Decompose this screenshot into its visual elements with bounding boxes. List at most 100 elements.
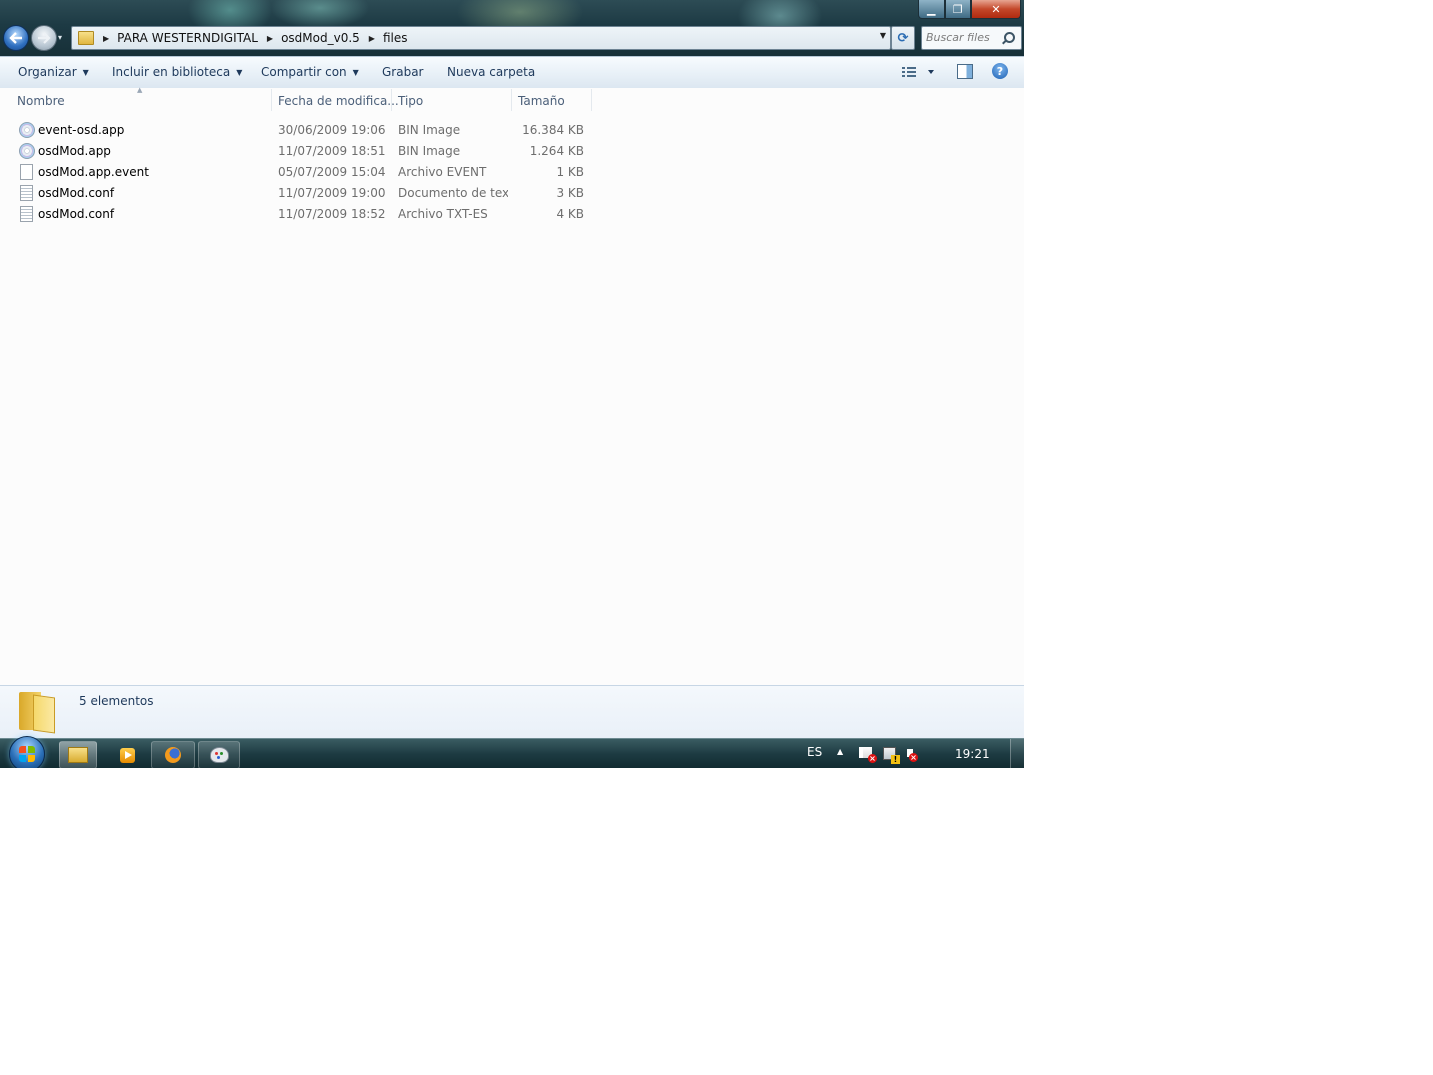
file-name[interactable]: osdMod.conf xyxy=(38,186,114,200)
paint-icon xyxy=(209,747,229,763)
text-file-icon xyxy=(20,185,33,201)
share-with-label: Compartir con xyxy=(261,65,347,79)
file-size: 1.264 KB xyxy=(529,144,584,158)
forward-button[interactable] xyxy=(31,25,57,51)
details-view-icon xyxy=(902,67,934,77)
file-date: 11/07/2009 18:52 xyxy=(278,207,386,221)
address-dropdown-button[interactable]: ▼ xyxy=(880,31,886,40)
file-row[interactable]: osdMod.app.event 05/07/2009 15:04 Archiv… xyxy=(0,161,600,182)
file-date: 11/07/2009 19:00 xyxy=(278,186,386,200)
folder-icon xyxy=(78,31,94,45)
include-library-button[interactable]: Incluir en biblioteca ▼ xyxy=(112,65,242,79)
close-button[interactable]: ✕ xyxy=(971,0,1022,19)
maximize-button[interactable]: ❐ xyxy=(944,0,971,19)
breadcrumb-osdmod[interactable]: osdMod_v0.5 xyxy=(281,31,360,45)
breadcrumb-separator[interactable]: ▶ xyxy=(369,34,375,43)
disc-image-icon xyxy=(19,122,35,138)
firefox-icon xyxy=(165,747,181,763)
file-name[interactable]: osdMod.app.event xyxy=(38,165,149,179)
clock[interactable]: 19:21 xyxy=(955,747,990,761)
file-row[interactable]: osdMod.app 11/07/2009 18:51 BIN Image 1.… xyxy=(0,140,600,161)
column-divider[interactable] xyxy=(591,89,592,111)
windows-logo-icon xyxy=(19,746,35,762)
recent-pages-dropdown[interactable]: ▾ xyxy=(58,33,62,42)
share-with-button[interactable]: Compartir con ▼ xyxy=(261,65,359,79)
breadcrumb-separator[interactable]: ▶ xyxy=(267,34,273,43)
chevron-down-icon: ▼ xyxy=(82,68,89,77)
taskbar: ES ▲ 19:21 xyxy=(0,736,1024,768)
column-size[interactable]: Tamaño xyxy=(518,94,565,108)
organize-button[interactable]: Organizar ▼ xyxy=(18,65,89,79)
file-date: 30/06/2009 19:06 xyxy=(278,123,386,137)
column-header: Nombre Fecha de modifica... Tipo Tamaño xyxy=(0,88,1024,112)
search-icon[interactable] xyxy=(1004,32,1015,43)
taskbar-explorer-button[interactable] xyxy=(59,741,97,768)
burn-button[interactable]: Grabar xyxy=(382,65,424,79)
file-type: Archivo EVENT xyxy=(398,165,487,179)
refresh-button[interactable]: ⟳ xyxy=(891,26,915,50)
file-type: Archivo TXT-ES xyxy=(398,207,488,221)
file-row[interactable]: event-osd.app 30/06/2009 19:06 BIN Image… xyxy=(0,119,600,140)
address-bar[interactable]: ▶ PARA WESTERNDIGITAL ▶ osdMod_v0.5 ▶ fi… xyxy=(71,26,891,50)
folder-icon xyxy=(19,690,55,734)
window-titlebar: ▁ ❐ ✕ ▾ ▶ PARA WESTERNDIGITAL ▶ osdMod_v… xyxy=(0,0,1024,56)
language-indicator[interactable]: ES xyxy=(807,745,822,759)
item-count: 5 elementos xyxy=(79,694,154,708)
breadcrumb-separator[interactable]: ▶ xyxy=(103,34,109,43)
taskbar-paint-button[interactable] xyxy=(198,741,240,768)
show-hidden-icons-button[interactable]: ▲ xyxy=(837,747,843,756)
include-library-label: Incluir en biblioteca xyxy=(112,65,231,79)
details-pane: 5 elementos xyxy=(0,685,1024,739)
file-type: BIN Image xyxy=(398,144,461,158)
file-size: 16.384 KB xyxy=(522,123,584,137)
file-size: 4 KB xyxy=(556,207,584,221)
breadcrumb-files[interactable]: files xyxy=(383,31,408,45)
window-controls: ▁ ❐ ✕ xyxy=(918,0,1022,19)
start-button[interactable] xyxy=(9,736,45,768)
breadcrumb-para-westerndigital[interactable]: PARA WESTERNDIGITAL xyxy=(117,31,258,45)
search-box[interactable] xyxy=(921,26,1022,50)
file-date: 05/07/2009 15:04 xyxy=(278,165,386,179)
blank-file-icon xyxy=(20,164,33,180)
speaker-muted-icon[interactable] xyxy=(907,749,918,762)
column-divider[interactable] xyxy=(271,89,272,111)
show-desktop-button[interactable] xyxy=(1010,739,1024,768)
file-type: BIN Image xyxy=(398,123,461,137)
text-file-icon xyxy=(20,206,33,222)
search-input[interactable] xyxy=(926,29,998,46)
file-type: Documento de tex... xyxy=(398,186,508,200)
disc-image-icon xyxy=(19,143,35,159)
file-date: 11/07/2009 18:51 xyxy=(278,144,386,158)
file-size: 1 KB xyxy=(556,165,584,179)
column-divider[interactable] xyxy=(391,89,392,111)
command-bar: Organizar ▼ Incluir en biblioteca ▼ Compar… xyxy=(0,56,1024,89)
file-name[interactable]: osdMod.conf xyxy=(38,207,114,221)
file-size: 3 KB xyxy=(556,186,584,200)
sort-ascending-icon: ▲ xyxy=(137,86,143,94)
taskbar-firefox-button[interactable] xyxy=(151,741,195,768)
column-date-modified[interactable]: Fecha de modifica... xyxy=(278,94,399,108)
preview-pane-button[interactable] xyxy=(957,64,973,79)
explorer-icon xyxy=(68,747,88,763)
chevron-down-icon: ▼ xyxy=(352,68,359,77)
file-row[interactable]: osdMod.conf 11/07/2009 19:00 Documento d… xyxy=(0,182,600,203)
file-row[interactable]: osdMod.conf 11/07/2009 18:52 Archivo TXT… xyxy=(0,203,600,224)
taskbar-media-player-button[interactable] xyxy=(106,741,148,768)
organize-label: Organizar xyxy=(18,65,77,79)
action-center-icon[interactable] xyxy=(859,747,877,763)
refresh-icon: ⟳ xyxy=(897,30,909,46)
screen: ▁ ❐ ✕ ▾ ▶ PARA WESTERNDIGITAL ▶ osdMod_v… xyxy=(0,0,1024,768)
file-name[interactable]: osdMod.app xyxy=(38,144,111,158)
forward-arrow-icon xyxy=(38,32,51,44)
network-icon[interactable] xyxy=(883,747,900,764)
column-name[interactable]: Nombre xyxy=(17,94,65,108)
help-button[interactable]: ? xyxy=(992,63,1008,79)
media-player-icon xyxy=(119,747,135,763)
file-name[interactable]: event-osd.app xyxy=(38,123,124,137)
change-view-button[interactable] xyxy=(902,66,938,81)
column-divider[interactable] xyxy=(511,89,512,111)
column-type[interactable]: Tipo xyxy=(398,94,423,108)
minimize-button[interactable]: ▁ xyxy=(918,0,945,19)
back-button[interactable] xyxy=(3,25,29,51)
new-folder-button[interactable]: Nueva carpeta xyxy=(447,65,535,79)
